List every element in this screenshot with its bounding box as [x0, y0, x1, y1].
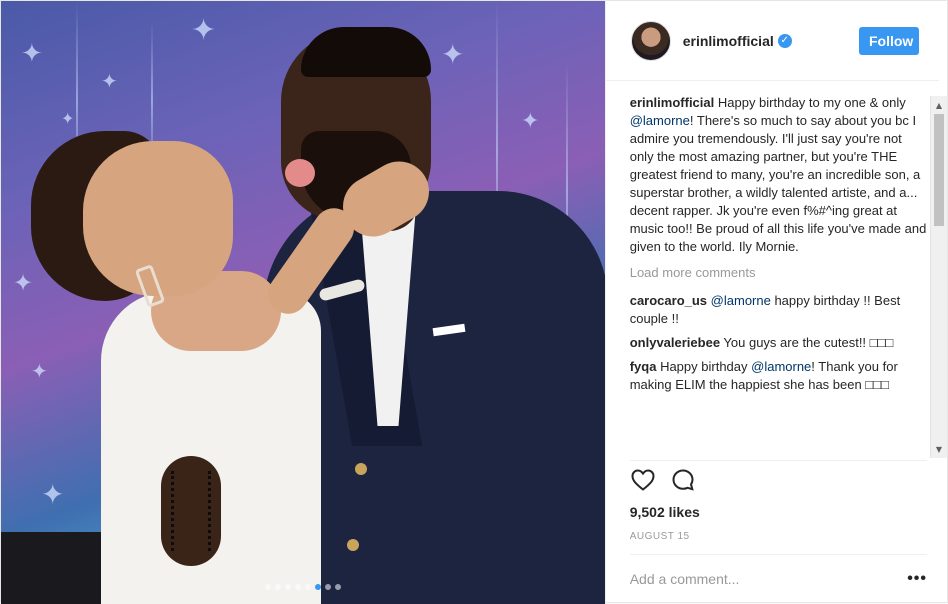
post-caption: erinlimofficial Happy birthday to my one…	[630, 94, 928, 256]
carousel-dot[interactable]	[314, 584, 321, 590]
star-decoration: ✦	[521, 109, 540, 134]
comment-item: fyqa Happy birthday @lamorne! Thank you …	[630, 358, 928, 394]
carousel-dot[interactable]	[274, 584, 281, 590]
man-hair	[301, 27, 431, 77]
caption-mention-link[interactable]: @lamorne	[630, 113, 690, 128]
tattoo	[171, 471, 211, 551]
carousel-dot[interactable]	[294, 584, 301, 590]
comment-mention-link[interactable]: @lamorne	[711, 293, 771, 308]
comment-item: carocaro_us @lamorne happy birthday !! B…	[630, 292, 928, 328]
comment-text: Happy birthday	[656, 359, 752, 374]
follow-button[interactable]: Follow	[859, 26, 919, 55]
comment-username[interactable]: onlyvaleriebee	[630, 335, 720, 350]
verified-badge-icon: ✓	[777, 33, 792, 48]
star-decoration: ✦	[441, 38, 465, 71]
comment-mention-link[interactable]: @lamorne	[751, 359, 811, 374]
carousel-dot[interactable]	[334, 584, 341, 590]
post-photo[interactable]: ✦ ✦ ✦ ✦ ✦ ✦ ✦ ✦ ✦ ✦ ✦ ✦	[1, 1, 605, 604]
star-decoration: ✦	[191, 13, 217, 48]
action-bar	[630, 467, 696, 493]
scroll-up-arrow-icon[interactable]: ▲	[931, 98, 947, 112]
comment-username[interactable]: fyqa	[630, 359, 657, 374]
star-decoration: ✦	[41, 478, 65, 511]
avatar[interactable]	[630, 20, 671, 61]
carousel-dot[interactable]	[304, 584, 311, 590]
star-decoration: ✦	[101, 69, 118, 93]
caption-text: ! There's so much to say about you bc I …	[629, 113, 927, 254]
scroll-down-arrow-icon[interactable]: ▼	[931, 442, 947, 456]
comments-scrollbar[interactable]: ▲ ▼	[930, 96, 947, 458]
divider	[629, 460, 927, 461]
comment-username[interactable]: carocaro_us	[630, 293, 707, 308]
add-comment-input[interactable]	[629, 570, 908, 587]
comment-item: onlyvaleriebee You guys are the cutest!!…	[630, 334, 928, 352]
post-side-panel: erinlimofficial ✓ Follow erinlimofficial…	[604, 1, 947, 604]
star-decoration: ✦	[21, 39, 43, 69]
post-header: erinlimofficial ✓ Follow	[605, 1, 939, 81]
woman-head	[83, 141, 233, 296]
comment-text: You guys are the cutest!! □□□	[720, 335, 894, 350]
post-date: AUGUST 15	[629, 531, 690, 542]
scrollbar-thumb[interactable]	[934, 114, 944, 226]
carousel-dot[interactable]	[264, 584, 271, 590]
add-comment-bar: •••	[629, 554, 927, 602]
carousel-indicator	[1, 584, 605, 590]
jacket-button	[347, 539, 359, 551]
tongue	[285, 159, 315, 187]
heart-icon[interactable]	[630, 467, 656, 493]
star-decoration: ✦	[13, 269, 34, 297]
header-username[interactable]: erinlimofficial	[683, 33, 774, 49]
carousel-dot[interactable]	[284, 584, 291, 590]
load-more-comments-link[interactable]: Load more comments	[630, 264, 928, 282]
star-decoration: ✦	[61, 109, 75, 128]
carousel-dot[interactable]	[324, 584, 331, 590]
caption-username[interactable]: erinlimofficial	[630, 95, 715, 110]
comment-bubble-icon[interactable]	[670, 467, 696, 493]
more-options-icon[interactable]: •••	[907, 570, 927, 588]
instagram-post: ✦ ✦ ✦ ✦ ✦ ✦ ✦ ✦ ✦ ✦ ✦ ✦	[0, 0, 948, 604]
caption-text: Happy birthday to my one & only	[714, 95, 906, 110]
star-decoration: ✦	[31, 359, 48, 383]
likes-count[interactable]: 9,502 likes	[630, 504, 700, 520]
jacket-button	[355, 463, 367, 475]
comments-list[interactable]: erinlimofficial Happy birthday to my one…	[606, 82, 936, 460]
